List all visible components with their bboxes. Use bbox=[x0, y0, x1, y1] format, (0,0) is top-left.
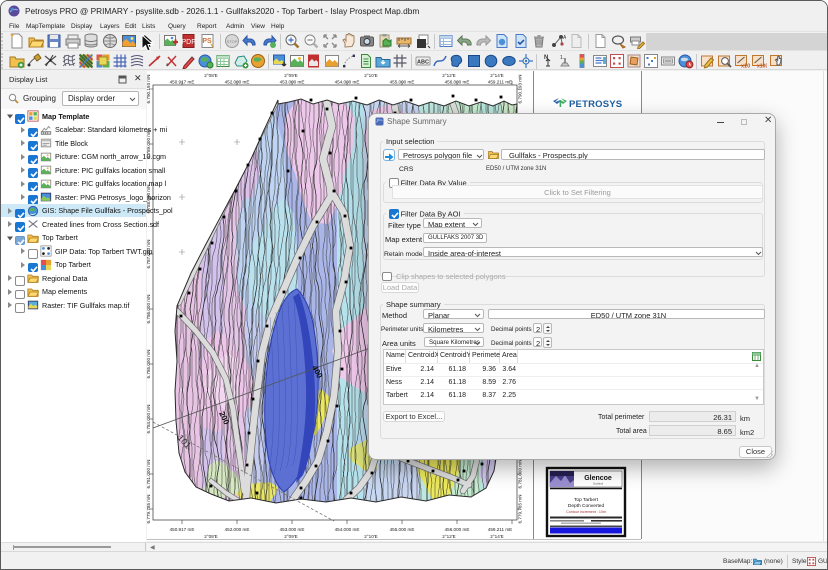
svg-text:6.786.000 mN: 6.786.000 mN bbox=[146, 295, 151, 324]
svg-text:Scotland: Scotland bbox=[593, 482, 604, 486]
svg-text:455.000 mE: 455.000 mE bbox=[390, 80, 415, 85]
svg-text:2°08'E: 2°08'E bbox=[204, 73, 217, 78]
svg-text:Contour Increment : 10m: Contour Increment : 10m bbox=[566, 510, 606, 514]
svg-text:Depth Converted: Depth Converted bbox=[568, 503, 605, 509]
svg-text:ABC: ABC bbox=[417, 60, 429, 66]
svg-text:453.000 mE: 453.000 mE bbox=[280, 527, 305, 532]
svg-text:6.790.193 mN: 6.790.193 mN bbox=[518, 75, 523, 104]
svg-text:2°12'E: 2°12'E bbox=[442, 73, 455, 78]
svg-text:6.790.193 mN: 6.790.193 mN bbox=[146, 75, 151, 104]
svg-text:6.779.785 mN: 6.779.785 mN bbox=[518, 495, 523, 524]
svg-text:450.917 mE: 450.917 mE bbox=[170, 80, 195, 85]
svg-text:453.000 mE: 453.000 mE bbox=[280, 80, 305, 85]
svg-text:459.211 mE: 459.211 mE bbox=[488, 527, 512, 532]
svg-text:2°14'E: 2°14'E bbox=[490, 534, 503, 539]
svg-text:2°14'E: 2°14'E bbox=[490, 73, 503, 78]
svg-text:PETROSYS: PETROSYS bbox=[569, 99, 622, 110]
svg-text:PDF: PDF bbox=[182, 39, 196, 46]
svg-text:6.781.000 mN: 6.781.000 mN bbox=[146, 460, 151, 489]
svg-text:2°08'E: 2°08'E bbox=[204, 534, 217, 539]
svg-text:6.784.000 mN: 6.784.000 mN bbox=[146, 405, 151, 434]
svg-text:6.779.785 mN: 6.779.785 mN bbox=[146, 495, 151, 524]
svg-text:400: 400 bbox=[310, 364, 324, 380]
svg-text:A: A bbox=[563, 35, 566, 41]
svg-text:455.000 mE: 455.000 mE bbox=[390, 527, 415, 532]
svg-text:456.000 mE: 456.000 mE bbox=[445, 527, 470, 532]
svg-text:2°10'E: 2°10'E bbox=[364, 73, 377, 78]
svg-text:STOP: STOP bbox=[227, 39, 238, 44]
svg-text:450.917 mE: 450.917 mE bbox=[170, 527, 195, 532]
svg-text:454.000 mE: 454.000 mE bbox=[335, 80, 360, 85]
svg-text:6.785.000 mN: 6.785.000 mN bbox=[146, 350, 151, 379]
svg-text:2°09'E: 2°09'E bbox=[284, 534, 297, 539]
svg-text:1.: 1. bbox=[560, 55, 564, 61]
svg-text:x100: x100 bbox=[757, 64, 767, 70]
svg-text:x10: x10 bbox=[741, 64, 750, 70]
svg-text:456.000 mE: 456.000 mE bbox=[445, 80, 470, 85]
svg-text:101: 101 bbox=[176, 433, 193, 451]
svg-text:452.000 mE: 452.000 mE bbox=[225, 527, 250, 532]
svg-text:2°12'E: 2°12'E bbox=[442, 534, 455, 539]
svg-text:6.781.000 mN: 6.781.000 mN bbox=[518, 460, 523, 489]
svg-text:Top Tarbert: Top Tarbert bbox=[574, 497, 599, 503]
svg-text:2°09'E: 2°09'E bbox=[284, 73, 297, 78]
svg-text:Glencoe: Glencoe bbox=[584, 475, 612, 482]
svg-text:200: 200 bbox=[217, 410, 231, 426]
svg-text:2°10'E: 2°10'E bbox=[364, 534, 377, 539]
svg-text:454.000 mE: 454.000 mE bbox=[335, 527, 360, 532]
svg-text:459.211 mE: 459.211 mE bbox=[488, 80, 512, 85]
svg-text:452.000 mE: 452.000 mE bbox=[225, 80, 250, 85]
